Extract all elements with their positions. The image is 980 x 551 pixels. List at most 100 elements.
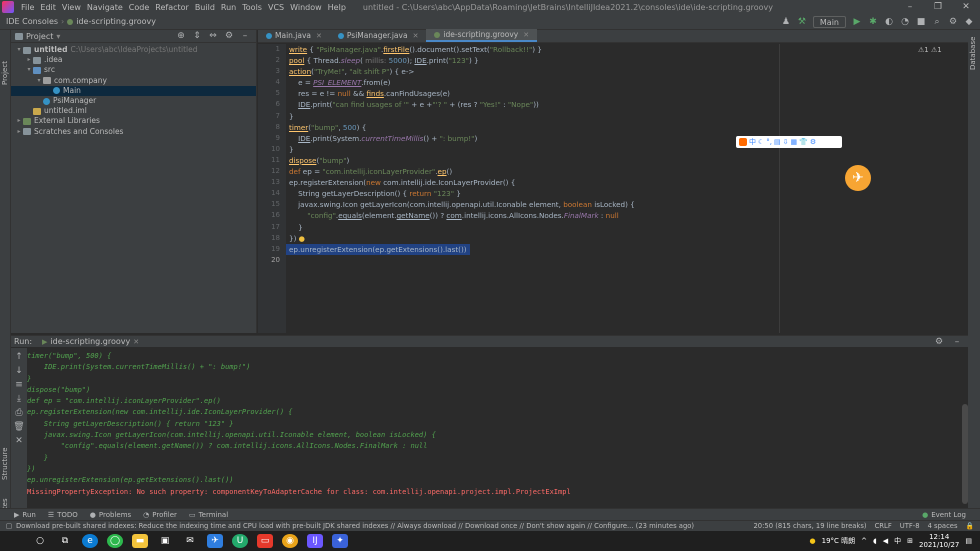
file-explorer-icon[interactable]: ▬ [132,534,148,548]
status-toggle-icon[interactable]: ▢ [4,521,14,531]
keyboard-icon[interactable]: ▤ [774,138,781,146]
menu-navigate[interactable]: Navigate [84,3,126,12]
chevron-right-icon[interactable]: ▸ [25,55,33,65]
menu-edit[interactable]: Edit [37,3,59,12]
menu-window[interactable]: Window [287,3,325,12]
punctuation-icon[interactable]: °, [766,138,772,146]
database-stripe-button[interactable]: Database [969,37,977,70]
tab-main-java[interactable]: Main.java ✕ [258,29,330,42]
search-icon[interactable]: ⌕ [932,17,942,27]
console-scrollbar[interactable] [962,404,968,504]
caret-position[interactable]: 20:50 (815 chars, 19 line breaks) [753,522,866,530]
menu-code[interactable]: Code [126,3,152,12]
clock[interactable]: 12:14 2021/10/27 [919,533,959,549]
status-message[interactable]: Download pre-built shared indexes: Reduc… [16,522,753,530]
build-hammer-icon[interactable]: ⚒ [797,17,807,27]
lock-icon[interactable]: 🔒 [966,522,974,530]
close-window-button[interactable]: ✕ [952,2,980,12]
maximize-button[interactable]: ❐ [924,2,952,12]
profile-icon[interactable]: ◔ [900,17,910,27]
expand-all-icon[interactable]: ⇕ [192,31,202,41]
mail-icon[interactable]: ✉ [182,534,198,548]
tray-chevron-icon[interactable]: ^ [861,537,867,545]
ime-chinese-mode[interactable]: 中 [749,137,756,147]
structure-stripe-button[interactable]: Structure [1,447,9,480]
menu-vcs[interactable]: VCS [265,3,287,12]
close-icon[interactable]: ✕ [413,32,419,40]
tree-item[interactable]: ▾ src [11,65,256,75]
problems-tool-button[interactable]: ● Problems [90,511,131,519]
line-separator[interactable]: CRLF [875,522,892,530]
print-icon[interactable]: ⎙ [14,408,24,418]
tree-item[interactable]: ▾ untitled C:\Users\abc\IdeaProjects\untit… [11,45,256,55]
settings-gear-icon[interactable]: ⚙ [948,17,958,27]
tree-item[interactable]: untitled.iml [11,106,256,116]
close-icon[interactable]: ✕ [316,32,322,40]
collapse-all-icon[interactable]: ⇔ [208,31,218,41]
gear-icon[interactable]: ⚙ [810,138,816,146]
down-arrow-icon[interactable]: ↓ [14,366,24,376]
indent-setting[interactable]: 4 spaces [928,522,958,530]
breadcrumb-file[interactable]: ide-scripting.groovy [76,17,158,26]
todo-tool-button[interactable]: ☰ TODO [48,511,78,519]
ide-logo-icon[interactable]: ◆ [964,17,974,27]
ime-toolbar[interactable]: 中 ☾ °, ▤ ⇩ ▦ 👕 ⚙ [736,136,842,148]
project-stripe-button[interactable]: Project [1,61,9,85]
up-arrow-icon[interactable]: ↑ [14,352,24,362]
soft-wrap-icon[interactable]: ≡ [14,380,24,390]
menu-file[interactable]: File [18,3,37,12]
close-icon[interactable]: ✕ [523,31,529,39]
menu-run[interactable]: Run [218,3,239,12]
file-encoding[interactable]: UTF-8 [900,522,920,530]
app-red-icon[interactable]: ▭ [257,534,273,548]
chevron-right-icon[interactable]: ▸ [15,127,23,137]
skin-icon[interactable]: 👕 [799,138,808,146]
hide-icon[interactable]: – [240,31,250,41]
input-method-indicator[interactable]: 中 [894,536,901,546]
start-circle-icon[interactable]: ○ [32,534,48,548]
run-console[interactable]: timer("bump", 500) { IDE.print(System.cu… [27,348,962,508]
chevron-down-icon[interactable]: ▾ [15,45,23,55]
network-icon[interactable]: ◖ [873,537,877,545]
profiler-tool-button[interactable]: ◔ Profiler [143,511,177,519]
run-configuration-select[interactable]: Main [812,15,846,28]
moon-icon[interactable]: ☾ [758,138,764,146]
user-icon[interactable]: ♟ [781,17,791,27]
tab-ide-scripting-groovy[interactable]: ide-scripting.groovy ✕ [426,29,538,42]
notification-icon[interactable]: ▤ [965,537,972,545]
store-icon[interactable]: ▣ [157,534,173,548]
weather-label[interactable]: 19°C 晴朗 [822,536,856,546]
task-view-icon[interactable]: ⧉ [57,534,73,548]
chevron-down-icon[interactable]: ▾ [35,76,43,86]
terminal-tool-button[interactable]: ▭ Terminal [189,511,228,519]
upwork-icon[interactable]: U [232,534,248,548]
hide-icon[interactable]: – [952,337,962,347]
close-icon[interactable]: ✕ [133,338,139,346]
scroll-end-icon[interactable]: ⤓ [14,394,24,404]
chevron-down-icon[interactable]: ▾ [25,65,33,75]
intellij-taskbar-icon[interactable]: IJ [307,534,323,548]
floating-bird-icon[interactable]: ✈ [845,165,871,191]
run-tab[interactable]: ▶ ide-scripting.groovy ✕ [42,337,139,346]
breadcrumb-ide-consoles[interactable]: IDE Consoles [0,17,60,26]
event-log-button[interactable]: ● Event Log [922,511,980,519]
tree-item[interactable]: ▸ .idea [11,55,256,65]
tree-item[interactable]: ▸ Scratches and Consoles [11,127,256,137]
run-tool-button[interactable]: ▶ Run [14,511,36,519]
ime-grid-icon[interactable]: ⊞ [907,537,913,545]
menu-view[interactable]: View [59,3,84,12]
project-view-label[interactable]: Project [26,32,53,41]
chevron-right-icon[interactable]: ▸ [15,116,23,126]
coverage-icon[interactable]: ◐ [884,17,894,27]
app-yellow-icon[interactable]: ◉ [282,534,298,548]
locate-icon[interactable]: ⊕ [176,31,186,41]
app-blue-icon[interactable]: ✦ [332,534,348,548]
tree-item[interactable]: ▸ External Libraries [11,116,256,126]
tree-item[interactable]: ▾ com.company [11,76,256,86]
debug-icon[interactable]: ✱ [868,17,878,27]
settings-gear-icon[interactable]: ⚙ [934,337,944,347]
trash-icon[interactable]: 🗑 [13,422,24,432]
inspection-warnings[interactable]: ⚠1 ⚠1 [918,46,942,54]
tree-item[interactable]: Main [11,85,256,96]
chevron-down-icon[interactable]: ▾ [56,32,60,41]
